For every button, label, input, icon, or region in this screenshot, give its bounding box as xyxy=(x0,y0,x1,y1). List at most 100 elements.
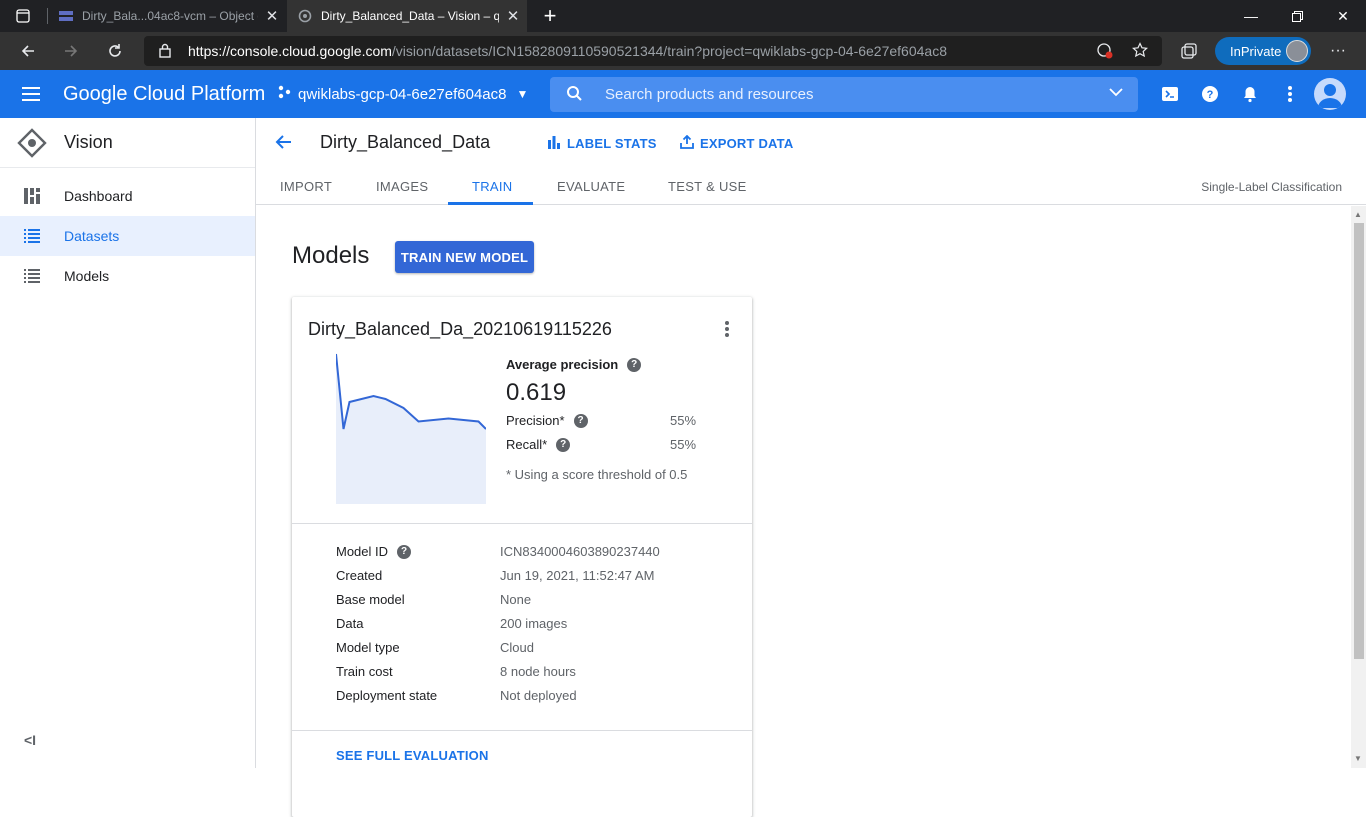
url-path: /vision/datasets/ICN1582809110590521344/… xyxy=(391,43,947,59)
model-card: Dirty_Balanced_Da_20210619115226 Average… xyxy=(292,297,752,817)
inprivate-label: InPrivate xyxy=(1230,43,1282,59)
sidebar-item-models[interactable]: Models xyxy=(0,256,255,296)
search-icon xyxy=(566,85,584,108)
tab-train[interactable]: TRAIN xyxy=(472,179,513,194)
help-icon[interactable]: ? xyxy=(573,413,588,428)
precision-value: 55% xyxy=(670,413,697,428)
reload-icon[interactable] xyxy=(97,32,133,70)
label-stats-label: LABEL STATS xyxy=(567,136,657,151)
back-arrow-icon[interactable] xyxy=(274,132,294,157)
more-options-icon[interactable]: ··· xyxy=(1320,32,1356,70)
deployment-state-value: Not deployed xyxy=(500,688,577,703)
average-precision-text: Average precision xyxy=(506,357,619,372)
model-type-value: Cloud xyxy=(500,640,534,655)
sidebar-header: Vision xyxy=(0,118,255,168)
expand-search-icon[interactable] xyxy=(1108,84,1124,105)
close-tab-icon[interactable]: ✕ xyxy=(258,7,286,25)
recall-text: Recall* xyxy=(506,437,548,452)
account-avatar[interactable] xyxy=(1314,78,1346,110)
scroll-down-icon[interactable]: ▼ xyxy=(1354,754,1362,763)
detail-label: Base model xyxy=(336,592,405,607)
more-vert-icon[interactable] xyxy=(1278,82,1302,106)
search-placeholder: Search products and resources xyxy=(605,86,814,103)
scrollbar-thumb[interactable] xyxy=(1354,223,1364,659)
model-name: Dirty_Balanced_Da_20210619115226 xyxy=(308,319,612,339)
model-id-value: ICN8340004603890237440 xyxy=(500,544,660,559)
precision-text: Precision* xyxy=(506,413,565,428)
label-stats-button[interactable]: LABEL STATS xyxy=(547,135,657,152)
scrollbar[interactable]: ▲ ▼ xyxy=(1351,206,1366,768)
precision-label: Precision* ? xyxy=(506,413,588,428)
detail-label: Deployment state xyxy=(336,688,438,703)
tab-test-and-use[interactable]: TEST & USE xyxy=(668,179,747,194)
project-name: qwiklabs-gcp-04-6e27ef604ac8 xyxy=(298,85,507,103)
forward-icon[interactable] xyxy=(53,32,89,70)
models-heading: Models xyxy=(292,242,370,269)
detail-label: Model ID ? xyxy=(336,544,412,559)
project-icon xyxy=(277,85,291,103)
detail-label-text: Model ID xyxy=(336,544,389,559)
sidebar-item-label: Models xyxy=(64,268,110,284)
help-icon[interactable]: ? xyxy=(1198,82,1222,106)
browser-tab-strip: Dirty_Bala...04ac8-vcm – Object d ✕ Dirt… xyxy=(0,0,1366,32)
new-tab-icon[interactable]: + xyxy=(527,0,573,32)
profile-avatar xyxy=(1286,40,1308,62)
export-data-button[interactable]: EXPORT DATA xyxy=(680,134,793,152)
notifications-icon[interactable] xyxy=(1238,82,1262,106)
list-icon xyxy=(24,268,40,284)
browser-tab-active[interactable]: Dirty_Balanced_Data – Vision – q ✕ xyxy=(287,0,527,32)
precision-recall-chart xyxy=(336,353,486,504)
see-full-evaluation-link[interactable]: SEE FULL EVALUATION xyxy=(336,748,489,763)
sidebar-item-label: Datasets xyxy=(64,228,120,244)
minimize-icon[interactable]: — xyxy=(1228,0,1274,32)
average-precision-value: 0.619 xyxy=(506,379,567,406)
base-model-value: None xyxy=(500,592,532,607)
chevron-down-icon: ▼ xyxy=(516,87,529,101)
back-icon[interactable] xyxy=(10,32,46,70)
dataset-name: Dirty_Balanced_Data xyxy=(320,132,491,152)
browser-address-bar: https://console.cloud.google.com/vision/… xyxy=(0,32,1366,70)
tab-import[interactable]: IMPORT xyxy=(280,179,332,194)
tab-actions-icon[interactable] xyxy=(0,0,46,32)
dashboard-icon xyxy=(24,188,40,204)
help-icon[interactable]: ? xyxy=(397,544,412,559)
tab-title: Dirty_Balanced_Data – Vision – q xyxy=(321,9,499,23)
restore-icon[interactable] xyxy=(1274,0,1320,32)
tab-title: Dirty_Bala...04ac8-vcm – Object d xyxy=(82,9,258,23)
browser-tab[interactable]: Dirty_Bala...04ac8-vcm – Object d ✕ xyxy=(48,0,286,32)
url-field[interactable]: https://console.cloud.google.com/vision/… xyxy=(144,36,1162,66)
detail-label: Model type xyxy=(336,640,400,655)
help-icon[interactable]: ? xyxy=(556,437,571,452)
upload-icon xyxy=(680,134,694,152)
sidebar-item-dashboard[interactable]: Dashboard xyxy=(0,176,255,216)
url-host: https://console.cloud.google.com xyxy=(188,43,392,59)
cloud-shell-icon[interactable] xyxy=(1158,82,1182,106)
help-icon[interactable]: ? xyxy=(627,357,642,372)
sidebar-item-datasets[interactable]: Datasets xyxy=(0,216,255,256)
search-input[interactable]: Search products and resources xyxy=(550,77,1138,112)
tracking-prevention-icon[interactable] xyxy=(1096,42,1114,65)
threshold-note: * Using a score threshold of 0.5 xyxy=(506,467,688,482)
recall-label: Recall* ? xyxy=(506,437,571,452)
train-new-model-button[interactable]: TRAIN NEW MODEL xyxy=(395,241,534,273)
gcp-header: Google Cloud Platform qwiklabs-gcp-04-6e… xyxy=(0,70,1366,118)
dataset-tabs: IMPORT IMAGES TRAIN EVALUATE TEST & USE … xyxy=(256,168,1366,205)
close-tab-icon[interactable]: ✕ xyxy=(499,7,527,25)
tab-evaluate[interactable]: EVALUATE xyxy=(557,179,625,194)
menu-icon[interactable] xyxy=(18,83,46,105)
train-cost-value: 8 node hours xyxy=(500,664,576,679)
project-selector[interactable]: qwiklabs-gcp-04-6e27ef604ac8 ▼ xyxy=(277,85,528,103)
data-value: 200 images xyxy=(500,616,568,631)
tab-images[interactable]: IMAGES xyxy=(376,179,428,194)
created-value: Jun 19, 2021, 11:52:47 AM xyxy=(500,568,655,583)
vision-logo-icon xyxy=(17,127,47,158)
sidebar: Vision Dashboard Datasets Models <I xyxy=(0,118,256,768)
more-vert-icon[interactable] xyxy=(722,321,732,339)
inprivate-badge[interactable]: InPrivate xyxy=(1215,37,1311,65)
scroll-up-icon[interactable]: ▲ xyxy=(1354,210,1362,219)
collapse-sidebar-icon[interactable]: <I xyxy=(24,732,36,748)
gcp-brand[interactable]: Google Cloud Platform xyxy=(63,83,265,106)
collections-icon[interactable] xyxy=(1171,32,1207,70)
close-window-icon[interactable]: ✕ xyxy=(1320,0,1366,32)
favorites-star-icon[interactable] xyxy=(1132,42,1150,65)
